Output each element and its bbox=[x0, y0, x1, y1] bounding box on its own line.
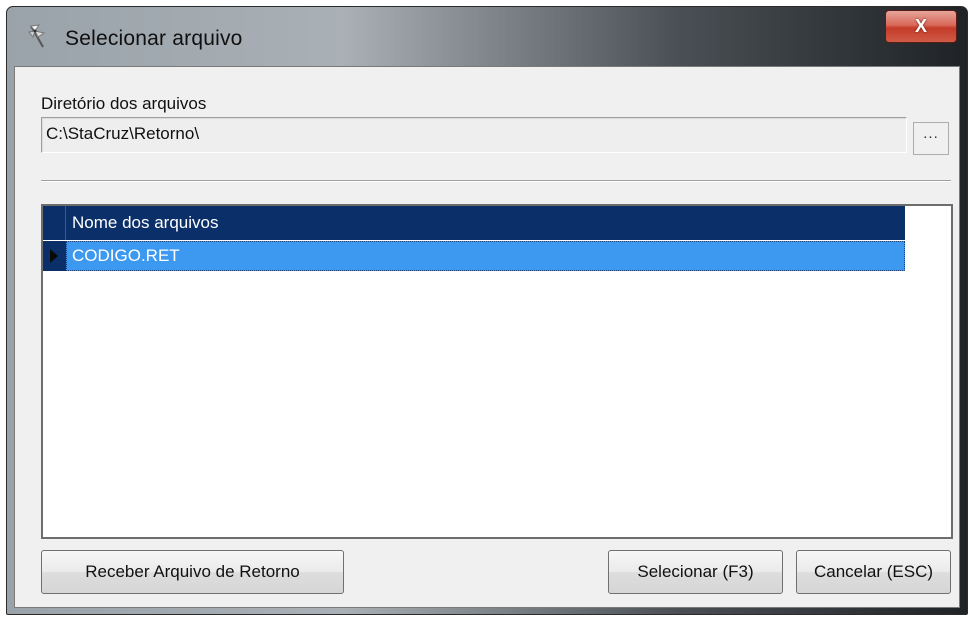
close-button[interactable]: X bbox=[885, 10, 957, 43]
triangle-right-icon bbox=[50, 249, 58, 263]
receive-return-file-button[interactable]: Receber Arquivo de Retorno bbox=[41, 550, 344, 594]
pinwheel-icon bbox=[25, 21, 53, 49]
directory-path-field[interactable]: C:\StaCruz\Retorno\ bbox=[41, 117, 907, 153]
table-row[interactable]: CODIGO.RET bbox=[43, 241, 905, 271]
files-grid[interactable]: Nome dos arquivos CODIGO.RET bbox=[41, 204, 953, 539]
browse-directory-button[interactable]: ... bbox=[913, 122, 949, 155]
row-indicator bbox=[43, 241, 66, 271]
indicator-column-header bbox=[43, 206, 66, 240]
divider bbox=[41, 180, 951, 182]
grid-header: Nome dos arquivos bbox=[43, 206, 905, 240]
dialog-body: Diretório dos arquivos C:\StaCruz\Retorn… bbox=[14, 66, 960, 608]
file-name-cell[interactable]: CODIGO.RET bbox=[66, 241, 905, 271]
select-file-dialog: Selecionar arquivo X Diretório dos arqui… bbox=[6, 6, 968, 615]
directory-label: Diretório dos arquivos bbox=[41, 94, 207, 113]
column-header-file-name[interactable]: Nome dos arquivos bbox=[72, 213, 218, 233]
cancel-button[interactable]: Cancelar (ESC) bbox=[796, 550, 951, 594]
select-button[interactable]: Selecionar (F3) bbox=[608, 550, 783, 594]
window-title: Selecionar arquivo bbox=[65, 27, 243, 50]
close-icon: X bbox=[914, 16, 927, 36]
title-bar[interactable]: Selecionar arquivo X bbox=[7, 7, 967, 67]
